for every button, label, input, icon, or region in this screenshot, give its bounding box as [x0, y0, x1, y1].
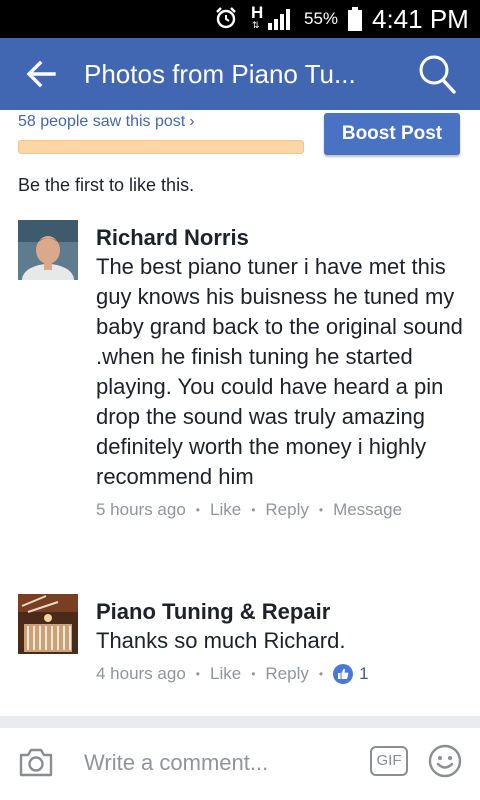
signal-strength-icon	[268, 9, 290, 30]
smiley-sticker-icon[interactable]	[428, 744, 462, 778]
comment-text: The best piano tuner i have met this guy…	[96, 254, 463, 489]
comment-composer: Write a comment... GIF	[0, 728, 480, 800]
app-header: Photos from Piano Tu...	[0, 38, 480, 110]
meta-separator: •	[251, 503, 256, 517]
camera-icon[interactable]	[18, 746, 54, 778]
comment-meta: 4 hours ago • Like • Reply • 1	[96, 662, 468, 686]
message-link[interactable]: Message	[333, 498, 402, 522]
avatar[interactable]	[18, 220, 78, 280]
comment-timestamp: 4 hours ago	[96, 664, 186, 683]
comment-body: Richard Norris The best piano tuner i ha…	[96, 224, 468, 522]
reply-link[interactable]: Reply	[265, 662, 308, 686]
comment-author[interactable]: Piano Tuning & Repair	[96, 598, 468, 626]
boost-post-button[interactable]: Boost Post	[324, 113, 460, 155]
likes-summary: Be the first to like this.	[18, 175, 195, 195]
like-link[interactable]: Like	[210, 498, 241, 522]
page-title: Photos from Piano Tu...	[84, 59, 356, 89]
comment-body: Piano Tuning & Repair Thanks so much Ric…	[96, 598, 468, 686]
comment-meta: 5 hours ago • Like • Reply • Message	[96, 498, 468, 522]
back-arrow-icon[interactable]	[26, 60, 56, 88]
alarm-clock-icon	[216, 7, 236, 29]
meta-separator: •	[195, 503, 200, 517]
comment-text: Thanks so much Richard.	[96, 628, 346, 653]
battery-percent: 55%	[304, 9, 339, 28]
reach-link[interactable]: 58 people saw this post ›	[18, 113, 195, 131]
clock-time: 4:41 PM	[372, 4, 469, 34]
status-bar: H ⇅ 55% 4:41 PM	[0, 0, 480, 38]
meta-separator: •	[195, 667, 200, 681]
reach-count-label: 58 people saw this post	[18, 113, 186, 130]
like-link[interactable]: Like	[210, 662, 241, 686]
divider	[0, 716, 480, 728]
thumbs-up-icon[interactable]	[333, 664, 354, 684]
comment-timestamp: 5 hours ago	[96, 500, 186, 519]
meta-separator: •	[318, 503, 324, 517]
comment-author[interactable]: Richard Norris	[96, 224, 468, 252]
search-icon[interactable]	[417, 53, 457, 95]
comment-input[interactable]: Write a comment...	[84, 750, 268, 776]
meta-separator: •	[318, 667, 324, 681]
reaction-count[interactable]: 1	[359, 662, 368, 686]
reply-link[interactable]: Reply	[265, 498, 308, 522]
gif-button[interactable]: GIF	[370, 746, 408, 776]
meta-separator: •	[251, 667, 256, 681]
post-reach-section: 58 people saw this post › Boost Post	[0, 110, 480, 170]
chevron-right-icon: ›	[189, 113, 195, 130]
reach-progress-bar	[18, 140, 304, 154]
battery-icon	[348, 7, 362, 31]
data-arrows-icon: ⇅	[252, 20, 260, 30]
avatar[interactable]	[18, 594, 78, 654]
